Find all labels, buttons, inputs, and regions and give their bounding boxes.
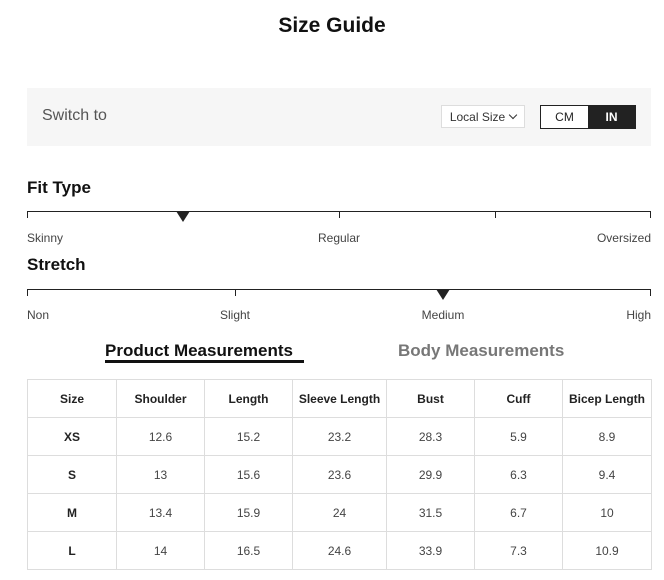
table-cell: 10.9 (562, 531, 652, 570)
table-cell: 16.5 (204, 531, 293, 570)
unit-in-button[interactable]: IN (588, 106, 635, 128)
table-cell: 24 (292, 493, 387, 532)
stretch-label-non: Non (27, 308, 50, 322)
stretch-label-medium: Medium (421, 308, 465, 322)
table-cell: 24.6 (292, 531, 387, 570)
table-cell: 8.9 (562, 417, 652, 456)
table-cell: XS (27, 417, 117, 456)
unit-switch-bar: Switch to Local Size CM IN (27, 88, 651, 146)
table-cell: 23.6 (292, 455, 387, 494)
fit-type-label-regular: Regular (317, 231, 361, 245)
table-row: XS 12.6 15.2 23.2 28.3 5.9 8.9 (27, 417, 652, 456)
column-header: Sleeve Length (292, 379, 387, 418)
table-cell: 33.9 (386, 531, 475, 570)
table-cell: 13.4 (116, 493, 205, 532)
table-cell: 23.2 (292, 417, 387, 456)
table-cell: 31.5 (386, 493, 475, 532)
stretch-scale-line (27, 289, 651, 290)
table-cell: 28.3 (386, 417, 475, 456)
table-cell: 14 (116, 531, 205, 570)
fit-type-label-skinny: Skinny (27, 231, 64, 245)
fit-type-tick (495, 211, 496, 218)
unit-toggle: CM IN (540, 105, 636, 129)
table-cell: 15.9 (204, 493, 293, 532)
fit-type-tick (339, 211, 340, 218)
active-tab-underline (105, 360, 304, 363)
table-cell: S (27, 455, 117, 494)
table-cell: 9.4 (562, 455, 652, 494)
table-cell: 5.9 (474, 417, 563, 456)
table-row: M 13.4 15.9 24 31.5 6.7 10 (27, 493, 652, 532)
fit-type-tick (27, 211, 28, 218)
switch-label: Switch to (42, 107, 107, 124)
table-cell: 12.6 (116, 417, 205, 456)
chevron-down-icon (508, 110, 518, 120)
table-cell: 7.3 (474, 531, 563, 570)
size-system-select[interactable]: Local Size (441, 105, 525, 128)
table-cell: 13 (116, 455, 205, 494)
table-cell: 6.3 (474, 455, 563, 494)
table-header-row: Size Shoulder Length Sleeve Length Bust … (27, 379, 652, 418)
fit-type-scale (27, 211, 651, 231)
stretch-title: Stretch (27, 255, 86, 274)
table-cell: 15.6 (204, 455, 293, 494)
table-cell: 6.7 (474, 493, 563, 532)
column-header: Shoulder (116, 379, 205, 418)
stretch-label-slight: Slight (219, 308, 251, 322)
table-cell: M (27, 493, 117, 532)
fit-type-label-oversized: Oversized (596, 231, 651, 245)
stretch-marker-icon (436, 289, 451, 300)
stretch-tick (235, 289, 236, 296)
unit-cm-button[interactable]: CM (541, 106, 588, 128)
stretch-label-high: High (626, 308, 651, 322)
table-row: S 13 15.6 23.6 29.9 6.3 9.4 (27, 455, 652, 494)
column-header: Size (27, 379, 117, 418)
stretch-tick (27, 289, 28, 296)
size-system-value: Local Size (449, 109, 506, 124)
column-header: Bicep Length (562, 379, 652, 418)
page-title: Size Guide (278, 14, 386, 37)
fit-type-marker-icon (176, 211, 190, 222)
column-header: Length (204, 379, 293, 418)
stretch-scale (27, 289, 651, 309)
table-cell: L (27, 531, 117, 570)
table-row: L 14 16.5 24.6 33.9 7.3 10.9 (27, 531, 652, 570)
table-cell: 15.2 (204, 417, 293, 456)
fit-type-tick (650, 211, 651, 218)
tab-product-measurements[interactable]: Product Measurements (105, 341, 293, 361)
fit-type-title: Fit Type (27, 178, 91, 197)
measurements-table: Size Shoulder Length Sleeve Length Bust … (27, 379, 652, 570)
stretch-tick (650, 289, 651, 296)
column-header: Bust (386, 379, 475, 418)
tab-body-measurements[interactable]: Body Measurements (398, 341, 564, 361)
column-header: Cuff (474, 379, 563, 418)
table-cell: 29.9 (386, 455, 475, 494)
table-cell: 10 (562, 493, 652, 532)
